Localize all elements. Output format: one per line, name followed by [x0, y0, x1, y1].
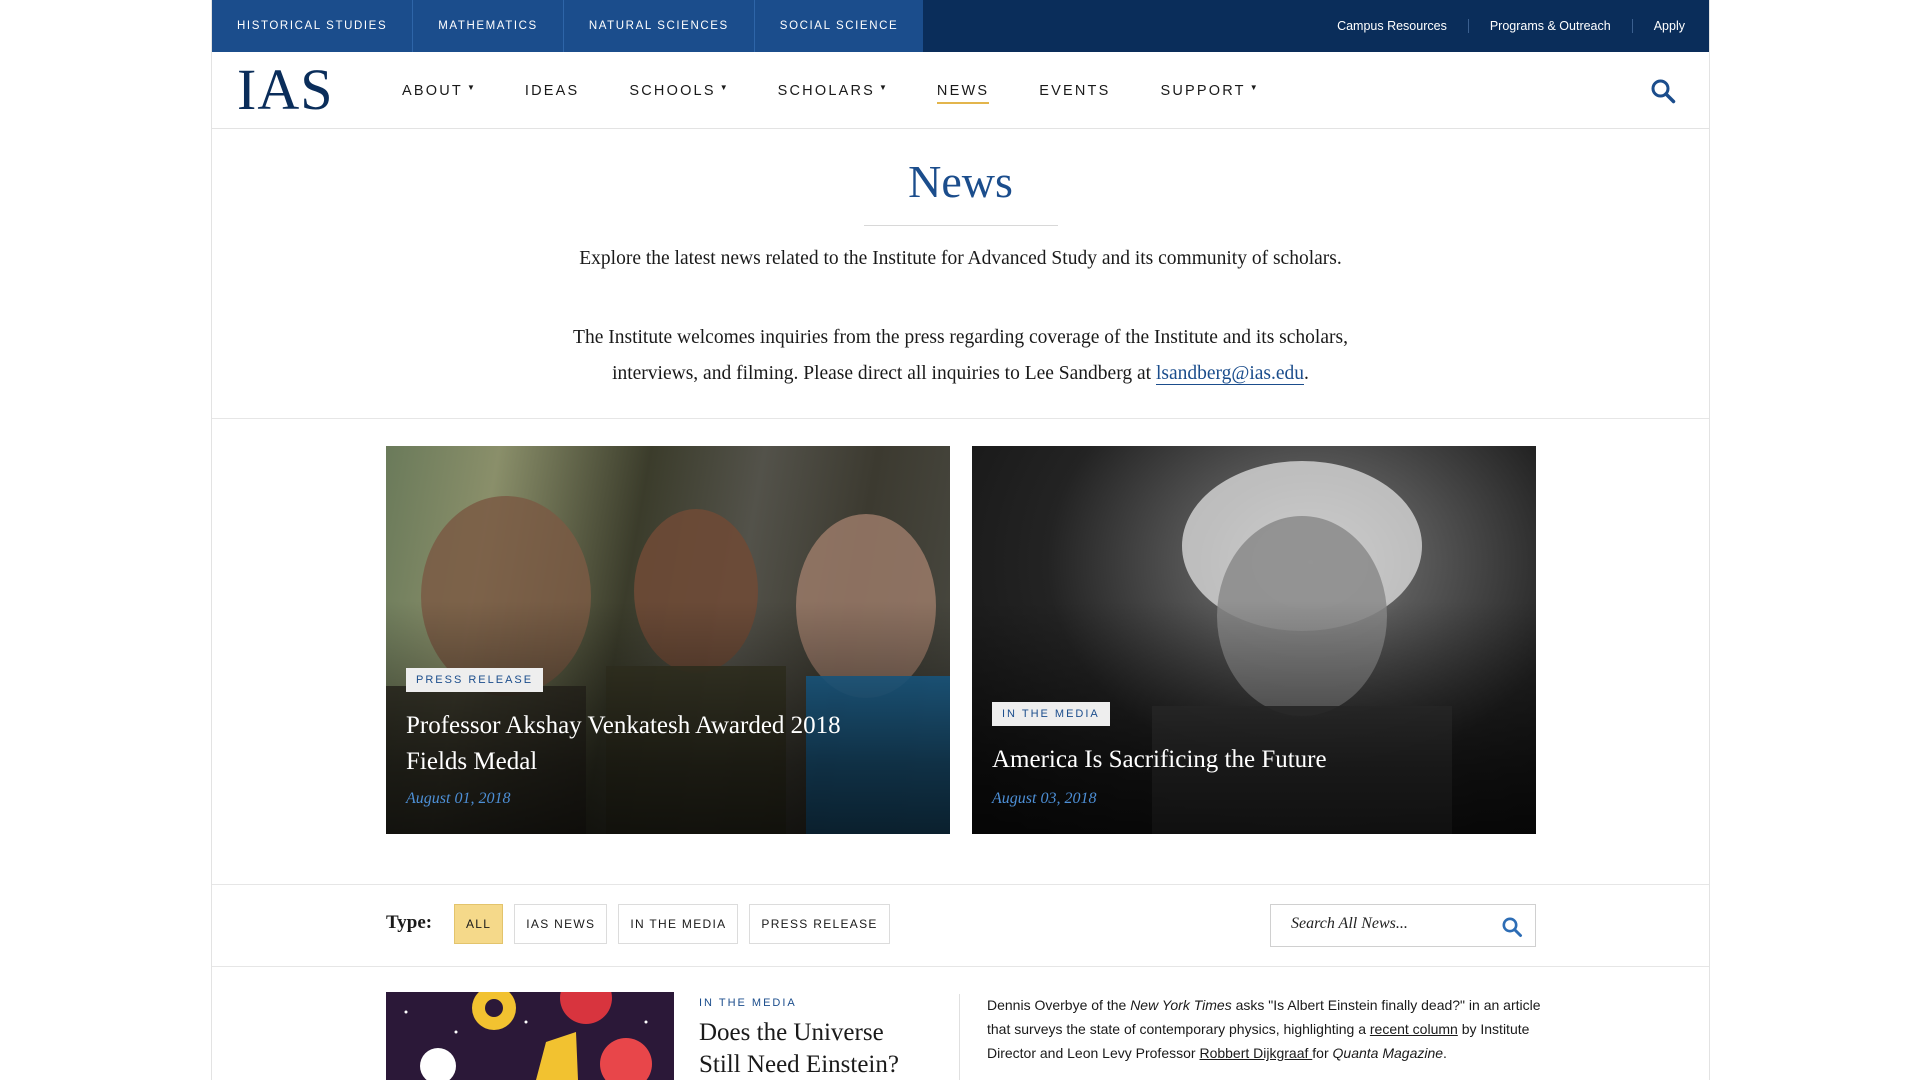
press-text-line1: The Institute welcomes inquiries from th…	[573, 327, 1348, 348]
news-item-badge: IN THE MEDIA	[699, 997, 797, 1009]
caret-down-icon: ▼	[466, 83, 475, 92]
main-navigation: IAS ABOUT ▼ IDEAS SCHOOLS ▼ SCHOLARS ▼ NEWS…	[212, 52, 1709, 129]
feature-card-1[interactable]: PRESS RELEASE Professor Akshay Venkatesh…	[386, 446, 950, 834]
apply-link[interactable]: Apply	[1631, 19, 1685, 33]
nav-item-label: EVENTS	[1039, 82, 1111, 99]
caret-down-icon: ▼	[879, 83, 887, 92]
caret-down-icon: ▼	[1249, 83, 1258, 92]
school-tab-mathematics[interactable]: Mathematics	[413, 0, 564, 52]
news-item-summary: Dennis Overbye of the New York Times ask…	[987, 993, 1542, 1065]
nav-item-schools[interactable]: SCHOOLS ▼	[629, 83, 727, 99]
nav-item-label: SCHOOLS	[629, 82, 716, 99]
news-item-title[interactable]: Does the Universe Still Need Einstein?	[699, 1017, 929, 1080]
section-divider	[212, 966, 1709, 967]
news-item-divider	[959, 994, 960, 1080]
thumbnail-illustration	[386, 992, 674, 1080]
search-icon[interactable]	[1650, 78, 1676, 104]
nav-item-label: SUPPORT	[1160, 82, 1246, 99]
filter-ias-news-button[interactable]: IAS NEWS	[514, 904, 608, 944]
summary-text: for	[1312, 1045, 1333, 1061]
dijkgraaf-link[interactable]: Robbert Dijkgraaf	[1199, 1045, 1312, 1061]
campus-resources-link[interactable]: Campus Resources	[1316, 19, 1468, 33]
press-text-line2: interviews, and filming. Please direct a…	[612, 363, 1156, 384]
nav-item-events[interactable]: EVENTS	[1039, 83, 1110, 99]
feature-title[interactable]: America Is Sacrificing the Future	[992, 742, 1492, 778]
summary-publication: New York Times	[1130, 997, 1232, 1013]
programs-outreach-link[interactable]: Programs & Outreach	[1467, 19, 1632, 33]
feature-date: August 03, 2018	[992, 790, 1097, 807]
nav-item-label: ABOUT	[402, 82, 463, 99]
school-tabs: Historical Studies Mathematics Natural S…	[212, 0, 924, 52]
nav-item-news[interactable]: NEWS	[936, 82, 990, 104]
nav-item-label: IDEAS	[524, 82, 580, 99]
press-email-link[interactable]: lsandberg@ias.edu	[1155, 363, 1305, 385]
nav-item-label: SCHOLARS	[777, 82, 875, 99]
type-filter-label: Type:	[386, 912, 433, 933]
section-divider	[212, 418, 1709, 419]
page-title: News	[908, 156, 1013, 207]
search-icon[interactable]	[1501, 916, 1523, 938]
press-inquiries-text: The Institute welcomes inquiries from th…	[212, 320, 1709, 392]
feature-badge: PRESS RELEASE	[406, 668, 544, 692]
utility-bar: Historical Studies Mathematics Natural S…	[212, 0, 1709, 52]
school-tab-historical-studies[interactable]: Historical Studies	[212, 0, 414, 52]
recent-column-link[interactable]: recent column	[1370, 1021, 1458, 1037]
nav-item-label: NEWS	[936, 82, 990, 99]
nav-item-scholars[interactable]: SCHOLARS ▼	[778, 83, 887, 99]
news-thumbnail[interactable]	[386, 992, 674, 1080]
feature-badge: IN THE MEDIA	[992, 702, 1110, 726]
summary-text: Dennis Overbye of the	[987, 997, 1131, 1013]
filter-in-the-media-button[interactable]: IN THE MEDIA	[618, 904, 739, 944]
nav-item-support[interactable]: SUPPORT ▼	[1160, 83, 1257, 99]
school-tab-natural-sciences[interactable]: Natural Sciences	[564, 0, 755, 52]
nav-item-about[interactable]: ABOUT ▼	[402, 83, 475, 99]
utility-links: Campus Resources Programs & Outreach App…	[1316, 0, 1685, 52]
intro-text: Explore the latest news related to the I…	[579, 248, 1342, 269]
filter-press-release-button[interactable]: PRESS RELEASE	[749, 904, 890, 944]
news-search-input[interactable]	[1291, 915, 1491, 933]
press-text-end: .	[1304, 363, 1309, 384]
summary-publication: Quanta Magazine	[1332, 1045, 1444, 1061]
filter-all-button[interactable]: ALL	[454, 904, 504, 944]
summary-text: .	[1443, 1045, 1447, 1061]
feature-card-2[interactable]: IN THE MEDIA America Is Sacrificing the …	[972, 446, 1536, 834]
caret-down-icon: ▼	[719, 83, 728, 92]
feature-title[interactable]: Professor Akshay Venkatesh Awarded 2018 …	[406, 708, 906, 780]
section-divider	[212, 884, 1709, 885]
feature-date: August 01, 2018	[406, 790, 511, 807]
title-divider	[864, 225, 1058, 226]
ias-logo[interactable]: IAS	[237, 58, 333, 122]
nav-items: ABOUT ▼ IDEAS SCHOOLS ▼ SCHOLARS ▼ NEWS EVE…	[402, 52, 1308, 129]
type-filters: ALL IAS NEWS IN THE MEDIA PRESS RELEASE	[454, 904, 901, 944]
school-tab-social-science[interactable]: Social Science	[755, 0, 923, 52]
page-frame: Historical Studies Mathematics Natural S…	[211, 0, 1710, 1080]
nav-item-ideas[interactable]: IDEAS	[525, 83, 580, 99]
news-search-box	[1270, 904, 1536, 947]
